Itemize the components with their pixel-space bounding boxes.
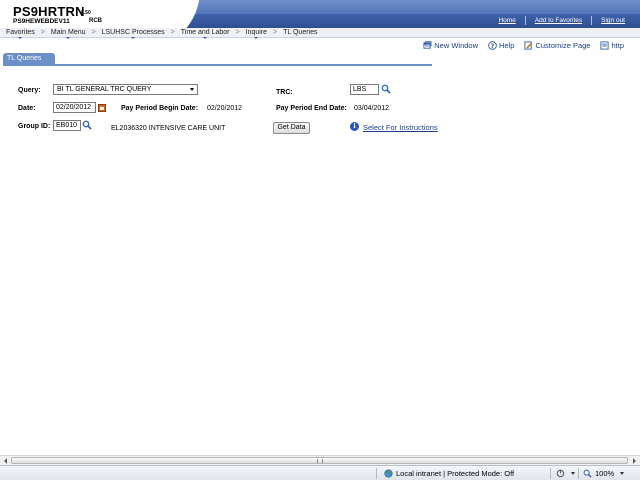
page-toolbar: New Window ? Help Customize Page http <box>413 41 624 50</box>
zoom-control[interactable]: 100% <box>583 469 625 478</box>
info-icon: i <box>350 122 359 131</box>
nav-item-tl-queries[interactable]: TL Queries <box>277 29 323 36</box>
home-link[interactable]: Home <box>489 16 524 25</box>
select-for-instructions-link[interactable]: Select For Instructions <box>363 123 438 132</box>
tab-underline <box>3 64 432 66</box>
get-data-button[interactable]: Get Data <box>273 122 310 134</box>
svg-text:?: ? <box>491 43 495 50</box>
status-divider <box>376 468 377 479</box>
group-id-label: Group ID: <box>18 123 51 130</box>
pay-period-begin-label: Pay Period Begin Date: <box>121 105 199 112</box>
zoom-icon <box>583 469 592 478</box>
customize-page-icon <box>524 41 533 50</box>
help-icon: ? <box>488 41 497 50</box>
group-id-lookup-icon[interactable] <box>82 120 92 130</box>
sign-out-link[interactable]: Sign out <box>591 16 634 25</box>
nav-item-main-menu[interactable]: Main Menu <box>45 29 92 39</box>
nav-item-lsuhsc-processes[interactable]: LSUHSC Processes <box>96 29 171 39</box>
security-zone[interactable]: Local intranet | Protected Mode: Off <box>384 469 514 478</box>
nav-item-favorites[interactable]: Favorites <box>0 29 41 39</box>
zoom-level: 100% <box>595 469 615 478</box>
query-select[interactable]: BI TL GENERAL TRC QUERY <box>53 84 198 95</box>
trc-lookup-icon[interactable] <box>381 84 391 94</box>
protected-mode-toggle[interactable] <box>556 469 575 478</box>
scrollbar-grip <box>316 459 323 463</box>
help-label: Help <box>499 41 515 50</box>
trc-input[interactable]: LBS <box>350 84 379 95</box>
status-divider <box>550 468 551 479</box>
nav-item-time-and-labor[interactable]: Time and Labor <box>175 29 236 39</box>
security-zone-label: Local intranet | Protected Mode: Off <box>396 469 515 478</box>
horizontal-scrollbar[interactable] <box>0 455 640 465</box>
pay-period-end-value: 03/04/2012 <box>354 105 390 112</box>
pay-period-begin-value: 02/20/2012 <box>207 105 243 112</box>
app-title: PS9HRTRN <box>13 4 85 19</box>
status-divider <box>578 468 579 479</box>
nav-item-inquire[interactable]: Inquire <box>240 29 273 39</box>
query-select-value: BI TL GENERAL TRC QUERY <box>57 86 152 93</box>
chevron-down-icon <box>571 472 575 475</box>
calendar-icon[interactable] <box>98 104 106 112</box>
database-name: PS9HEWEBDEV11 <box>13 18 70 25</box>
query-label: Query: <box>18 87 41 94</box>
add-to-favorites-link[interactable]: Add to Favorites <box>524 16 591 25</box>
http-label: http <box>611 41 624 50</box>
new-window-link[interactable]: New Window <box>423 41 478 50</box>
new-window-label: New Window <box>434 41 479 50</box>
chevron-down-icon <box>620 472 625 475</box>
header-stripe <box>160 0 640 14</box>
http-icon <box>600 41 610 50</box>
trc-label: TRC: <box>276 89 293 96</box>
status-bar: Local intranet | Protected Mode: Off 100… <box>0 465 640 480</box>
customize-page-link[interactable]: Customize Page <box>524 41 590 50</box>
group-id-description: EL2036320 INTENSIVE CARE UNIT <box>111 125 226 132</box>
pay-period-end-label: Pay Period End Date: <box>276 105 347 112</box>
scroll-left-button[interactable] <box>1 457 11 465</box>
scrollbar-thumb[interactable] <box>11 457 628 464</box>
help-link[interactable]: ? Help <box>488 41 514 50</box>
globe-icon <box>384 469 393 478</box>
chevron-down-icon <box>190 88 194 91</box>
date-label: Date: <box>18 105 36 112</box>
user-code: RCB <box>89 18 102 24</box>
http-link[interactable]: http <box>600 41 624 50</box>
scroll-right-button[interactable] <box>629 457 639 465</box>
header-links: Home Add to Favorites Sign out <box>489 16 634 25</box>
date-input[interactable]: 02/20/2012 <box>53 102 96 113</box>
customize-page-label: Customize Page <box>535 41 591 50</box>
group-id-input[interactable]: EB010 <box>53 120 81 131</box>
tab-tl-queries[interactable]: TL Queries <box>3 53 55 64</box>
breadcrumb-nav: Favorites > Main Menu > LSUHSC Processes… <box>0 28 640 39</box>
protected-mode-icon <box>556 469 565 478</box>
new-window-icon <box>423 41 432 49</box>
browser-window: PS9HRTRN 8.50 PS9HEWEBDEV11 RCB Home Add… <box>0 0 640 480</box>
app-version: 8.50 <box>81 10 91 16</box>
app-header: PS9HRTRN 8.50 PS9HEWEBDEV11 RCB Home Add… <box>0 0 640 28</box>
